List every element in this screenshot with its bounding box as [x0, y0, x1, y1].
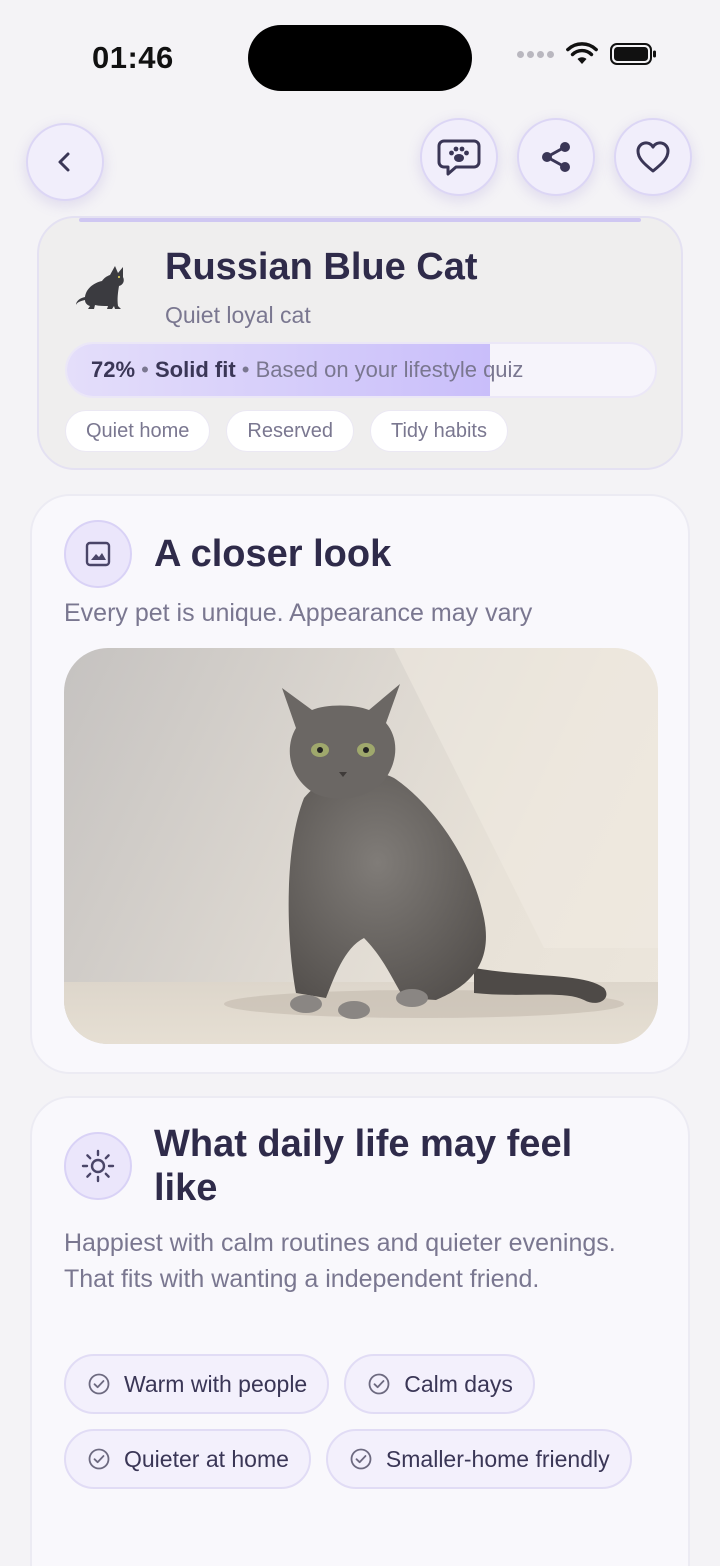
lifestyle-chip: Calm days: [344, 1354, 535, 1414]
trait-tag: Tidy habits: [370, 410, 508, 452]
share-button[interactable]: [517, 118, 595, 196]
image-icon: [85, 541, 111, 567]
trait-tag: Reserved: [226, 410, 354, 452]
chat-button[interactable]: [420, 118, 498, 196]
status-icons: [517, 42, 658, 66]
card-subtitle: Every pet is unique. Appearance may vary: [64, 599, 533, 627]
lifestyle-chip: Quieter at home: [64, 1429, 311, 1489]
wifi-icon: [566, 42, 598, 64]
match-basis: Based on your lifestyle quiz: [255, 357, 524, 382]
chip-label: Quieter at home: [124, 1445, 289, 1472]
card-title: A closer look: [154, 533, 392, 575]
check-circle-icon: [88, 1448, 110, 1470]
chip-label: Warm with people: [124, 1370, 308, 1397]
pet-summary-card: Russian Blue Cat Quiet loyal cat 72% • S…: [37, 216, 683, 470]
trait-tags: Quiet home Reserved Tidy habits: [65, 410, 508, 452]
battery-icon: [610, 43, 656, 65]
sun-icon-badge: [64, 1132, 132, 1200]
cat-icon: [76, 266, 124, 309]
match-level: Solid fit: [155, 357, 236, 382]
card-accent-line: [79, 218, 641, 222]
pet-subtitle: Quiet loyal cat: [165, 302, 311, 328]
daily-life-card: What daily life may feel like Happiest w…: [30, 1096, 690, 1566]
match-score-text: 72% • Solid fit • Based on your lifestyl…: [91, 357, 523, 383]
dynamic-island: [248, 25, 472, 91]
lifestyle-chip: Warm with people: [64, 1354, 330, 1414]
check-circle-icon: [350, 1448, 372, 1470]
chip-label: Calm days: [404, 1370, 513, 1397]
pet-name: Russian Blue Cat: [165, 246, 478, 288]
image-icon-badge: [64, 520, 132, 588]
separator: •: [141, 357, 155, 382]
back-button[interactable]: [26, 123, 104, 201]
sun-icon: [81, 1149, 115, 1183]
favorite-button[interactable]: [614, 118, 692, 196]
lifestyle-chip: Smaller-home friendly: [325, 1429, 632, 1489]
match-score-bar: 72% • Solid fit • Based on your lifestyl…: [65, 342, 657, 398]
separator: •: [241, 357, 256, 382]
trait-tag: Quiet home: [65, 410, 211, 452]
paw-chat-icon: [437, 139, 481, 176]
daily-life-description: Happiest with calm routines and quieter …: [64, 1229, 616, 1293]
check-circle-icon: [88, 1373, 110, 1395]
closer-look-card: A closer look Every pet is unique. Appea…: [30, 494, 690, 1074]
card-title: What daily life may feel like: [154, 1123, 573, 1209]
match-percent: 72%: [91, 357, 136, 382]
chevron-left-icon: [58, 152, 70, 172]
cellular-signal-icon: [517, 50, 554, 58]
lifestyle-chips: Warm with people Calm days Quieter at ho…: [64, 1354, 664, 1489]
status-time: 01:46: [92, 40, 174, 75]
check-circle-icon: [368, 1373, 390, 1395]
pet-photo[interactable]: [64, 648, 658, 1044]
chip-label: Smaller-home friendly: [385, 1445, 610, 1472]
status-bar: 01:46: [0, 0, 720, 110]
share-icon: [542, 142, 570, 172]
cat-photo-illustration: [64, 648, 658, 1044]
heart-icon: [636, 141, 670, 173]
